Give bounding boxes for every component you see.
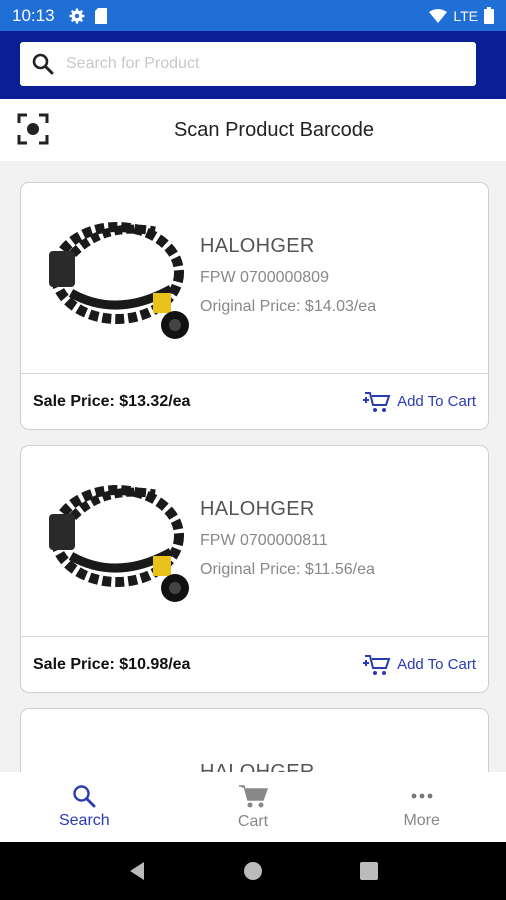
scan-barcode-icon[interactable] <box>17 113 49 145</box>
search-icon <box>73 785 96 808</box>
product-name: HALOHGER <box>200 235 315 257</box>
battery-icon <box>484 7 494 24</box>
nav-search[interactable]: Search <box>0 772 169 842</box>
add-to-cart-button[interactable]: Add To Cart <box>363 653 476 677</box>
settings-icon <box>69 8 85 23</box>
add-to-cart-label[interactable]: Add To Cart <box>397 393 476 410</box>
add-to-cart-label[interactable]: Add To Cart <box>397 656 476 673</box>
cart-icon <box>239 785 268 808</box>
product-image <box>49 485 189 602</box>
sale-price: Sale Price: $10.98/ea <box>33 655 191 673</box>
nav-search-label[interactable]: Search <box>59 812 110 830</box>
sale-price: Sale Price: $13.32/ea <box>33 392 191 410</box>
recents-icon[interactable] <box>359 862 378 880</box>
network-type: LTE <box>453 7 478 24</box>
sd-card-icon <box>94 7 107 24</box>
add-to-cart-icon <box>363 654 391 675</box>
product-list[interactable]: HALOHGER FPW 0700000809 Original Price: … <box>0 161 506 772</box>
nav-cart-label[interactable]: Cart <box>238 813 268 831</box>
wifi-icon <box>429 8 448 23</box>
home-icon[interactable] <box>243 861 263 881</box>
product-name: HALOHGER <box>200 498 315 520</box>
more-icon <box>411 793 433 799</box>
search-header <box>0 31 506 99</box>
search-icon <box>32 53 54 75</box>
product-image <box>37 727 201 772</box>
back-icon[interactable] <box>128 861 146 881</box>
nav-cart[interactable]: Cart <box>169 772 338 842</box>
add-to-cart-button[interactable]: Add To Cart <box>363 390 476 414</box>
product-image <box>49 222 189 339</box>
original-price: Original Price: $14.03/ea <box>200 298 377 315</box>
product-sku: FPW 0700000811 <box>200 532 328 549</box>
nav-more[interactable]: More <box>337 772 506 842</box>
nav-more-label[interactable]: More <box>403 812 439 830</box>
scan-barcode-label[interactable]: Scan Product Barcode <box>0 119 506 142</box>
system-navigation-bar <box>0 842 506 900</box>
product-sku: FPW 0700000809 <box>200 269 329 286</box>
original-price: Original Price: $11.56/ea <box>200 561 375 578</box>
product-card[interactable]: HALOHGER FPW 0700000811 Original Price: … <box>20 445 489 693</box>
bottom-navigation: Search Cart More <box>0 772 506 842</box>
add-to-cart-icon <box>363 391 391 412</box>
product-card[interactable]: HALOHGER <box>20 708 489 772</box>
search-box[interactable] <box>20 42 476 86</box>
product-card[interactable]: HALOHGER FPW 0700000809 Original Price: … <box>20 182 489 430</box>
scan-barcode-row[interactable]: Scan Product Barcode <box>0 99 506 161</box>
product-name: HALOHGER <box>200 761 315 772</box>
search-input[interactable] <box>66 55 464 73</box>
status-bar: 10:13 LTE <box>0 0 506 31</box>
status-time: 10:13 <box>12 5 55 25</box>
